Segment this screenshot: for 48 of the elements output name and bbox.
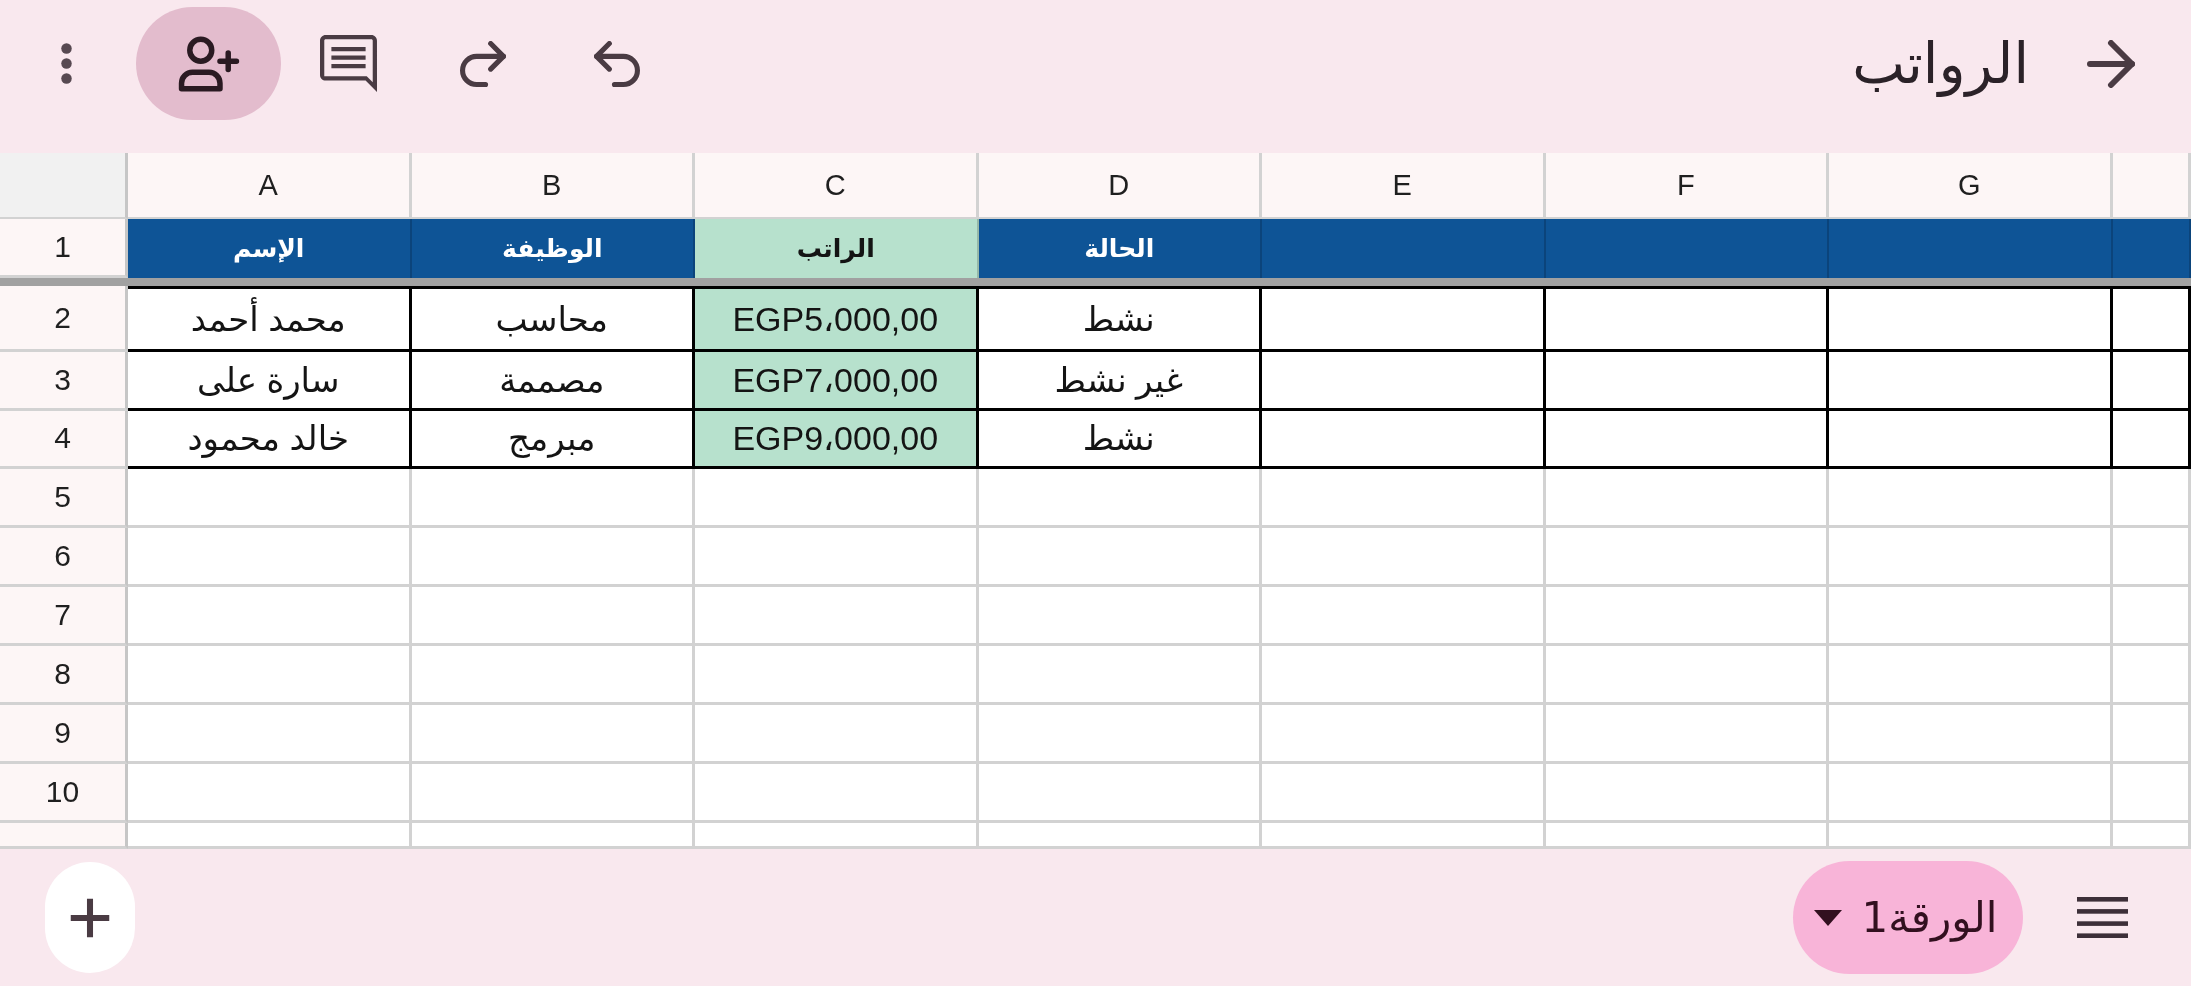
undo-button[interactable] bbox=[594, 40, 640, 87]
column-header-cell[interactable]: B bbox=[411, 153, 695, 219]
column-header-cell[interactable]: F bbox=[1545, 153, 1829, 219]
table-cell: EGP9،000,00 bbox=[695, 410, 979, 469]
row-header-cell[interactable]: 1 bbox=[0, 219, 128, 278]
redo-button[interactable] bbox=[460, 40, 506, 87]
caret-down-icon bbox=[1813, 909, 1842, 926]
table-cell: نشط bbox=[978, 286, 1262, 352]
sheet-list-button[interactable] bbox=[2077, 897, 2128, 938]
row-header-cell[interactable]: 5 bbox=[0, 469, 128, 528]
column-header-cell[interactable]: C bbox=[695, 153, 979, 219]
column-header-cell[interactable]: A bbox=[128, 153, 412, 219]
table-cell: مبرمج bbox=[411, 410, 695, 469]
row-header-cell[interactable] bbox=[0, 823, 128, 849]
row-header-cell[interactable]: 6 bbox=[0, 528, 128, 587]
document-title: الرواتب bbox=[1852, 29, 2029, 98]
column-header-cell[interactable]: D bbox=[978, 153, 1262, 219]
header-cell: الإسم bbox=[128, 219, 412, 278]
back-button[interactable] bbox=[2087, 39, 2135, 88]
row-header-cell[interactable]: 2 bbox=[0, 286, 128, 352]
row-header-cell[interactable]: 9 bbox=[0, 705, 128, 764]
sheet-tab[interactable]: الورقة1 bbox=[1793, 861, 2023, 974]
row-header-cell[interactable]: 4 bbox=[0, 410, 128, 469]
row-header-cell[interactable]: 8 bbox=[0, 646, 128, 705]
table-cell: نشط bbox=[978, 410, 1262, 469]
table-cell: EGP7،000,00 bbox=[695, 352, 979, 411]
menu-icon bbox=[2077, 897, 2128, 938]
table-cell: مصممة bbox=[411, 352, 695, 411]
column-header-cell[interactable]: E bbox=[1262, 153, 1546, 219]
table-cell: خالد محمود bbox=[128, 410, 412, 469]
row-header-cell[interactable]: 10 bbox=[0, 764, 128, 823]
person-plus-icon bbox=[177, 35, 240, 92]
row-header-cell[interactable]: 7 bbox=[0, 587, 128, 646]
more-vertical-icon bbox=[61, 43, 72, 84]
header-cell: الوظيفة bbox=[411, 219, 695, 278]
row-header-cell[interactable]: 3 bbox=[0, 352, 128, 411]
table-cell: محاسب bbox=[411, 286, 695, 352]
more-button[interactable] bbox=[61, 43, 72, 84]
table-cell: سارة على bbox=[128, 352, 412, 411]
column-header-cell[interactable]: G bbox=[1829, 153, 2113, 219]
column-header-cell[interactable] bbox=[2112, 153, 2191, 219]
comment-button[interactable] bbox=[320, 35, 377, 92]
table-cell: محمد أحمد bbox=[128, 286, 412, 352]
header-cell: الراتب bbox=[695, 219, 979, 278]
comment-icon bbox=[320, 35, 377, 92]
table-cell: EGP5،000,00 bbox=[695, 286, 979, 352]
table-cell: غير نشط bbox=[978, 352, 1262, 411]
header-cell: الحالة bbox=[978, 219, 1262, 278]
